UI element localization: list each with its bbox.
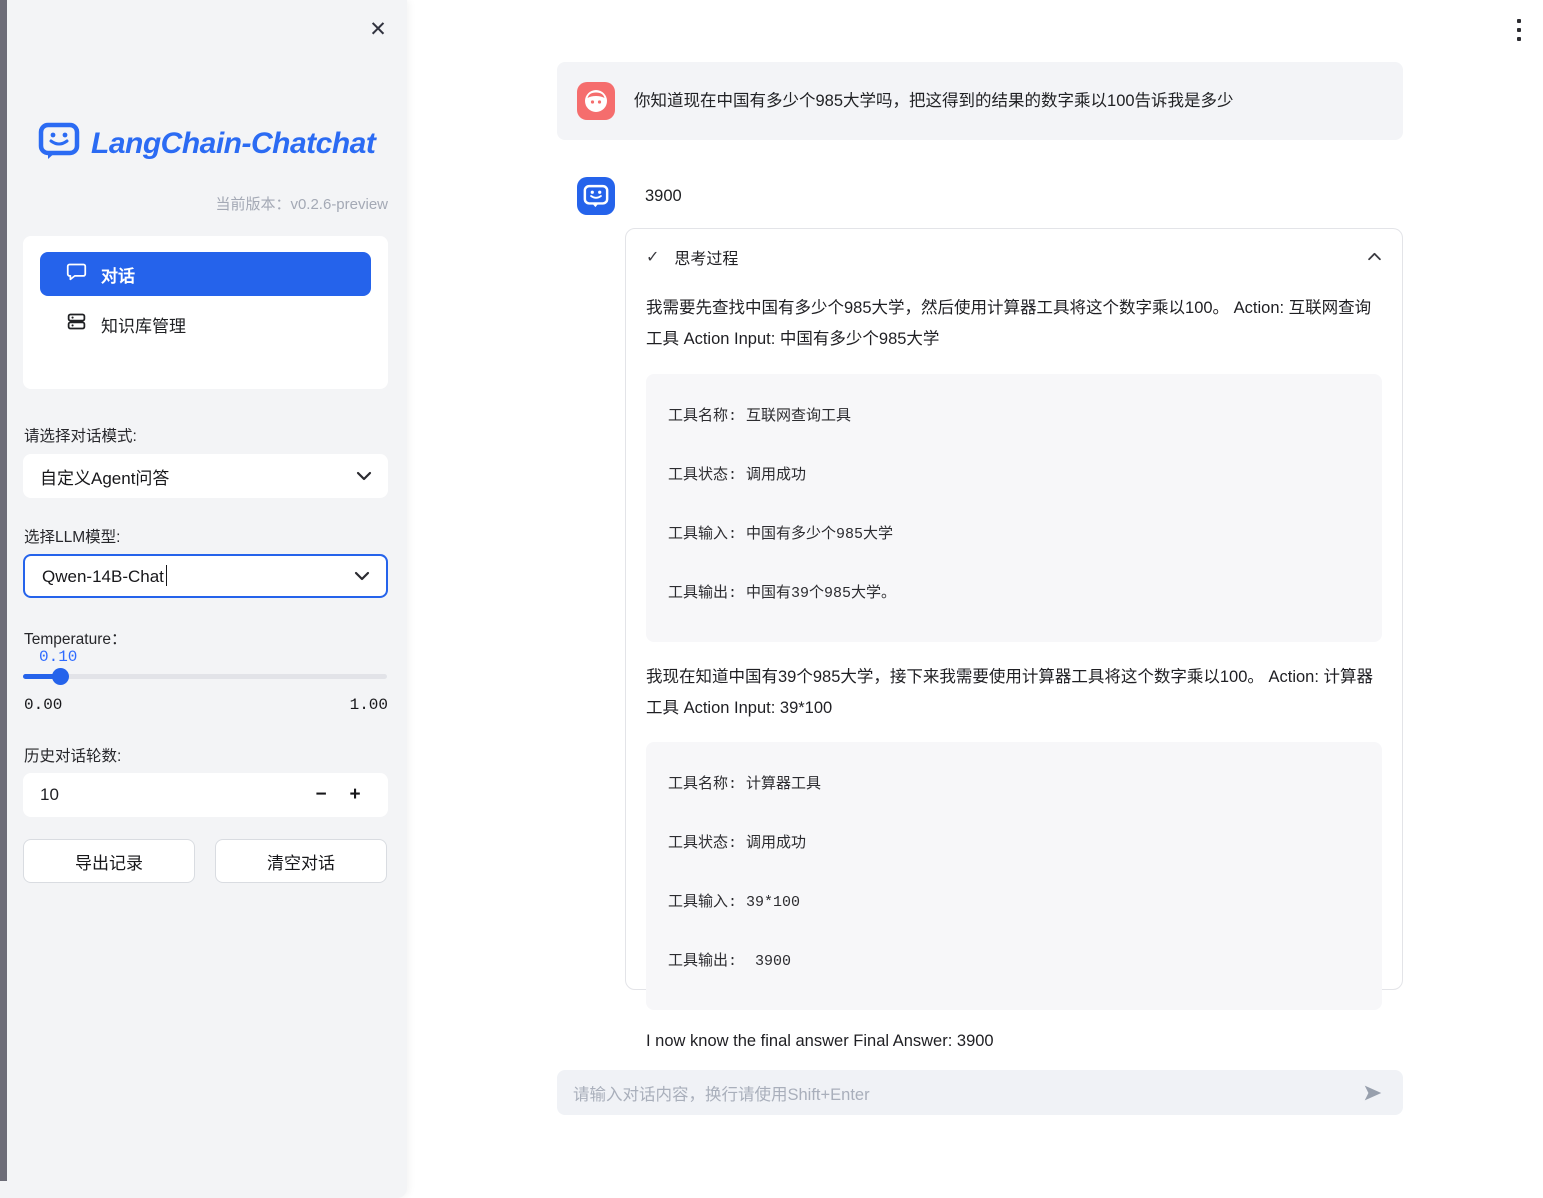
app-logo: LangChain-Chatchat xyxy=(38,122,387,165)
dialog-mode-label: 请选择对话模式: xyxy=(24,424,137,446)
expander-title: 思考过程 xyxy=(674,245,1352,269)
sidebar-item-label: 知识库管理 xyxy=(101,312,186,337)
chat-input-placeholder: 请输入对话内容，换行请使用Shift+Enter xyxy=(573,1081,1359,1105)
tool-call-block-2: 工具名称: 计算器工具 工具状态: 调用成功 工具输入: 39*100 工具输出… xyxy=(646,742,1382,1010)
history-rounds-label: 历史对话轮数: xyxy=(24,744,121,766)
thinking-expander: ✓ 思考过程 我需要先查找中国有多少个985大学，然后使用计算器工具将这个数字乘… xyxy=(625,228,1403,990)
dialog-mode-select[interactable]: 自定义Agent问答 xyxy=(23,454,388,498)
sidebar: ✕ LangChain-Chatchat 当前版本：v0.2.6-preview… xyxy=(0,0,407,1198)
llm-model-value: Qwen-14B-Chat xyxy=(42,565,167,587)
sidebar-item-label: 对话 xyxy=(101,262,135,287)
check-icon: ✓ xyxy=(646,247,659,267)
tool-line: 工具输入: 中国有多少个985大学 xyxy=(668,522,1360,543)
decrement-button[interactable]: − xyxy=(304,778,338,812)
sidebar-item-knowledge-base[interactable]: 知识库管理 xyxy=(40,302,371,346)
temperature-label: Temperature： xyxy=(24,627,127,649)
tool-line: 工具输入: 39*100 xyxy=(668,890,1360,911)
window-edge-strip xyxy=(0,0,7,1181)
chat-input[interactable]: 请输入对话内容，换行请使用Shift+Enter xyxy=(557,1070,1403,1115)
assistant-message-text: 3900 xyxy=(645,183,682,209)
database-stack-icon xyxy=(66,311,87,337)
increment-button[interactable]: + xyxy=(338,778,372,812)
dialog-mode-value: 自定义Agent问答 xyxy=(40,464,169,489)
tool-line: 工具名称: 互联网查询工具 xyxy=(668,404,1360,425)
temperature-max: 1.00 xyxy=(350,696,388,714)
version-value: v0.2.6-preview xyxy=(290,196,388,213)
nav-card: 对话 知识库管理 xyxy=(23,236,388,389)
main-area: 你知道现在中国有多少个985大学吗，把这得到的结果的数字乘以100告诉我是多少 … xyxy=(407,0,1543,1198)
tool-line: 工具输出: 3900 xyxy=(668,949,1360,970)
clear-dialogue-button[interactable]: 清空对话 xyxy=(215,839,387,883)
sidebar-item-dialogue[interactable]: 对话 xyxy=(40,252,371,296)
tool-line: 工具名称: 计算器工具 xyxy=(668,772,1360,793)
chevron-down-icon xyxy=(354,566,370,586)
assistant-message: 3900 xyxy=(557,177,1403,215)
chevron-up-icon[interactable] xyxy=(1367,248,1382,266)
send-icon[interactable] xyxy=(1359,1079,1387,1107)
temperature-value: 0.10 xyxy=(39,648,77,666)
thought-paragraph-2: 我现在知道中国有39个985大学，接下来我需要使用计算器工具将这个数字乘以100… xyxy=(646,662,1382,725)
user-avatar xyxy=(577,82,615,120)
history-rounds-input[interactable]: 10 − + xyxy=(23,773,388,817)
tool-line: 工具状态: 调用成功 xyxy=(668,831,1360,852)
export-records-button[interactable]: 导出记录 xyxy=(23,839,195,883)
tool-call-block-1: 工具名称: 互联网查询工具 工具状态: 调用成功 工具输入: 中国有多少个985… xyxy=(646,374,1382,642)
temperature-slider[interactable] xyxy=(23,674,387,679)
llm-model-select[interactable]: Qwen-14B-Chat xyxy=(23,554,388,598)
thought-paragraph-1: 我需要先查找中国有多少个985大学，然后使用计算器工具将这个数字乘以100。 A… xyxy=(646,293,1382,356)
chevron-down-icon xyxy=(356,466,372,486)
version-label: 当前版本： xyxy=(215,196,290,213)
final-answer-text: I now know the final answer Final Answer… xyxy=(646,1032,1382,1051)
history-rounds-value: 10 xyxy=(40,785,59,805)
text-cursor xyxy=(166,565,168,586)
llm-model-label: 选择LLM模型: xyxy=(24,525,120,547)
kebab-menu-icon[interactable] xyxy=(1507,16,1531,44)
user-message: 你知道现在中国有多少个985大学吗，把这得到的结果的数字乘以100告诉我是多少 xyxy=(557,62,1403,140)
logo-wordmark: LangChain-Chatchat xyxy=(91,127,375,161)
tool-line: 工具状态: 调用成功 xyxy=(668,463,1360,484)
expander-header[interactable]: ✓ 思考过程 xyxy=(646,229,1382,285)
temperature-min: 0.00 xyxy=(24,696,62,714)
version-text: 当前版本：v0.2.6-preview xyxy=(20,193,388,214)
sidebar-close-icon[interactable]: ✕ xyxy=(363,14,393,44)
logo-chat-icon xyxy=(38,122,80,165)
chat-bubble-icon xyxy=(66,261,87,287)
tool-line: 工具输出: 中国有39个985大学。 xyxy=(668,581,1360,602)
kebab-dot xyxy=(1517,19,1521,23)
kebab-dot xyxy=(1517,37,1521,41)
user-message-text: 你知道现在中国有多少个985大学吗，把这得到的结果的数字乘以100告诉我是多少 xyxy=(634,88,1234,114)
kebab-dot xyxy=(1517,28,1521,32)
slider-thumb[interactable] xyxy=(52,668,69,685)
bot-avatar xyxy=(577,177,615,215)
